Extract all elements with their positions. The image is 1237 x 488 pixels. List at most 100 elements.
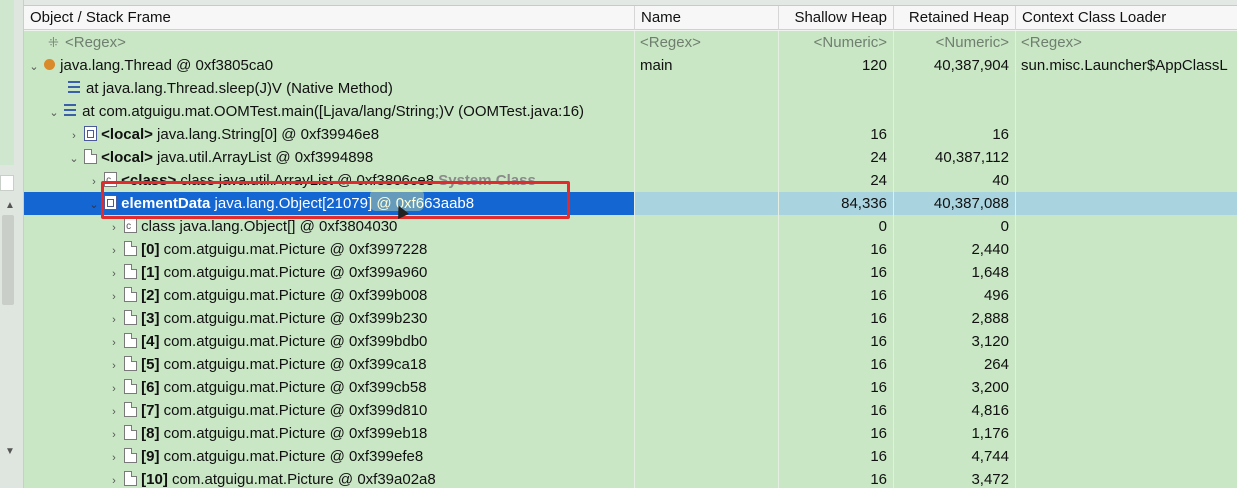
row-object: at java.lang.Thread.sleep(J)V (Native Me… bbox=[86, 80, 393, 97]
table-row[interactable]: › [2] com.atguigu.mat.Picture @ 0xf399b0… bbox=[24, 284, 1237, 307]
row-ref-label: [4] bbox=[141, 333, 160, 350]
scrollbar-thumb[interactable] bbox=[2, 215, 14, 305]
column-header-name[interactable]: Name bbox=[635, 6, 779, 30]
row-shallow-heap: 24 bbox=[779, 169, 894, 192]
object-instance-icon bbox=[84, 149, 98, 164]
row-retained-heap: 40,387,904 bbox=[894, 54, 1016, 77]
chevron-right-icon[interactable]: › bbox=[108, 263, 120, 284]
chevron-right-icon[interactable]: › bbox=[108, 378, 120, 399]
column-header-context-class-loader[interactable]: Context Class Loader bbox=[1016, 6, 1237, 30]
row-object: com.atguigu.mat.Picture @ 0xf399eb18 bbox=[159, 425, 428, 442]
table-row-thread[interactable]: ⌄ java.lang.Thread @ 0xf3805ca0 main 120… bbox=[24, 54, 1237, 77]
object-instance-icon bbox=[124, 287, 138, 302]
chevron-right-icon[interactable]: › bbox=[108, 355, 120, 376]
row-class-loader: sun.misc.Launcher$AppClassL bbox=[1021, 57, 1228, 74]
regex-filter-object-text: <Regex> bbox=[65, 34, 126, 51]
row-object: java.lang.Object[21079] @ 0xf663aab8 bbox=[210, 195, 475, 212]
stack-frame-icon bbox=[68, 81, 80, 93]
chevron-right-icon[interactable]: › bbox=[108, 424, 120, 445]
object-instance-icon bbox=[124, 425, 138, 440]
table-row[interactable]: › [0] com.atguigu.mat.Picture @ 0xf39972… bbox=[24, 238, 1237, 261]
object-instance-icon bbox=[124, 448, 138, 463]
row-retained-heap: 40,387,088 bbox=[894, 192, 1016, 215]
table-row[interactable]: › [7] com.atguigu.mat.Picture @ 0xf399d8… bbox=[24, 399, 1237, 422]
object-instance-icon bbox=[124, 333, 138, 348]
object-instance-icon bbox=[124, 379, 138, 394]
table-row-local-arraylist[interactable]: ⌄ <local> java.util.ArrayList @ 0xf39948… bbox=[24, 146, 1237, 169]
row-retained-heap: 0 bbox=[894, 215, 1016, 238]
table-row-local-string-array[interactable]: › <local> java.lang.String[0] @ 0xf39946… bbox=[24, 123, 1237, 146]
row-object: com.atguigu.mat.Picture @ 0xf399d810 bbox=[159, 402, 428, 419]
table-row[interactable]: › [5] com.atguigu.mat.Picture @ 0xf399ca… bbox=[24, 353, 1237, 376]
row-object: com.atguigu.mat.Picture @ 0xf399b008 bbox=[159, 287, 428, 304]
row-ref-label: <class> bbox=[121, 172, 177, 189]
table-row-class-arraylist[interactable]: › <class> class java.util.ArrayList @ 0x… bbox=[24, 169, 1237, 192]
regex-filter-shallow[interactable]: <Numeric> bbox=[779, 31, 894, 54]
regex-filter-name[interactable]: <Regex> bbox=[635, 31, 779, 54]
chevron-right-icon[interactable]: › bbox=[88, 171, 100, 192]
table-row-frame-main[interactable]: ⌄ at com.atguigu.mat.OOMTest.main([Ljava… bbox=[24, 100, 1237, 123]
row-retained-heap: 2,888 bbox=[894, 307, 1016, 330]
column-header-object[interactable]: Object / Stack Frame bbox=[24, 6, 635, 30]
table-row-element-data[interactable]: ⌄ elementData java.lang.Object[21079] @ … bbox=[24, 192, 1237, 215]
row-shallow-heap: 16 bbox=[779, 353, 894, 376]
row-object: class java.lang.Object[] @ 0xf3804030 bbox=[141, 218, 398, 235]
row-ref-label: [1] bbox=[141, 264, 160, 281]
stack-frame-icon bbox=[64, 104, 77, 116]
chevron-down-icon[interactable]: ⌄ bbox=[28, 56, 40, 77]
row-shallow-heap: 16 bbox=[779, 376, 894, 399]
chevron-right-icon[interactable]: › bbox=[108, 401, 120, 422]
regex-filter-object[interactable]: <Regex> bbox=[24, 31, 635, 54]
table-row[interactable]: › [3] com.atguigu.mat.Picture @ 0xf399b2… bbox=[24, 307, 1237, 330]
row-retained-heap: 1,648 bbox=[894, 261, 1016, 284]
chevron-right-icon[interactable]: › bbox=[108, 332, 120, 353]
chevron-down-icon[interactable]: ⌄ bbox=[88, 194, 100, 215]
object-instance-icon bbox=[124, 356, 138, 371]
column-header-shallow-heap[interactable]: Shallow Heap bbox=[779, 6, 894, 30]
left-panel-input[interactable] bbox=[0, 175, 14, 191]
table-row[interactable]: › [1] com.atguigu.mat.Picture @ 0xf399a9… bbox=[24, 261, 1237, 284]
regex-filter-loader[interactable]: <Regex> bbox=[1016, 31, 1237, 54]
row-object: class java.util.ArrayList @ 0xf3806ce8 bbox=[176, 172, 435, 189]
chevron-right-icon[interactable]: › bbox=[108, 470, 120, 488]
object-instance-icon bbox=[124, 402, 138, 417]
row-object: com.atguigu.mat.Picture @ 0xf399efe8 bbox=[159, 448, 424, 465]
column-header-retained-heap[interactable]: Retained Heap bbox=[894, 6, 1016, 30]
row-shallow-heap: 120 bbox=[779, 54, 894, 77]
row-shallow-heap: 16 bbox=[779, 330, 894, 353]
table-row[interactable]: › [9] com.atguigu.mat.Picture @ 0xf399ef… bbox=[24, 445, 1237, 468]
row-shallow-heap: 84,336 bbox=[779, 192, 894, 215]
chevron-right-icon[interactable]: › bbox=[108, 217, 120, 238]
row-ref-label: [5] bbox=[141, 356, 160, 373]
table-row[interactable]: › [6] com.atguigu.mat.Picture @ 0xf399cb… bbox=[24, 376, 1237, 399]
regex-filter-row: <Regex> <Regex> <Numeric> <Numeric> <Reg… bbox=[24, 31, 1237, 54]
regex-filter-retained[interactable]: <Numeric> bbox=[894, 31, 1016, 54]
table-row[interactable]: › [4] com.atguigu.mat.Picture @ 0xf399bd… bbox=[24, 330, 1237, 353]
thread-icon bbox=[44, 59, 56, 70]
row-ref-label: [10] bbox=[141, 471, 168, 488]
chevron-right-icon[interactable]: › bbox=[108, 286, 120, 307]
row-ref-label: [0] bbox=[141, 241, 160, 258]
table-row[interactable]: › [10] com.atguigu.mat.Picture @ 0xf39a0… bbox=[24, 468, 1237, 488]
chevron-right-icon[interactable]: › bbox=[68, 125, 80, 146]
row-retained-heap: 4,744 bbox=[894, 445, 1016, 468]
row-ref-label: [8] bbox=[141, 425, 160, 442]
table-row-class-object-array[interactable]: › class java.lang.Object[] @ 0xf3804030 … bbox=[24, 215, 1237, 238]
filter-icon bbox=[48, 31, 60, 54]
row-ref-label: <local> bbox=[101, 126, 153, 143]
chevron-down-icon[interactable]: ⌄ bbox=[68, 148, 80, 169]
row-object: java.lang.Thread @ 0xf3805ca0 bbox=[60, 57, 274, 74]
row-object: com.atguigu.mat.Picture @ 0xf399ca18 bbox=[159, 356, 427, 373]
row-shallow-heap: 16 bbox=[779, 445, 894, 468]
chevron-right-icon[interactable]: › bbox=[108, 447, 120, 468]
system-class-label: System Class bbox=[434, 172, 536, 189]
table-row-frame-sleep[interactable]: at java.lang.Thread.sleep(J)V (Native Me… bbox=[24, 77, 1237, 100]
array-icon bbox=[84, 126, 98, 141]
scroll-up-arrow-icon[interactable]: ▲ bbox=[0, 198, 20, 214]
chevron-right-icon[interactable]: › bbox=[108, 309, 120, 330]
row-retained-heap: 40 bbox=[894, 169, 1016, 192]
chevron-down-icon[interactable]: ⌄ bbox=[48, 102, 60, 123]
scroll-down-arrow-icon[interactable]: ▼ bbox=[0, 444, 20, 460]
table-row[interactable]: › [8] com.atguigu.mat.Picture @ 0xf399eb… bbox=[24, 422, 1237, 445]
chevron-right-icon[interactable]: › bbox=[108, 240, 120, 261]
